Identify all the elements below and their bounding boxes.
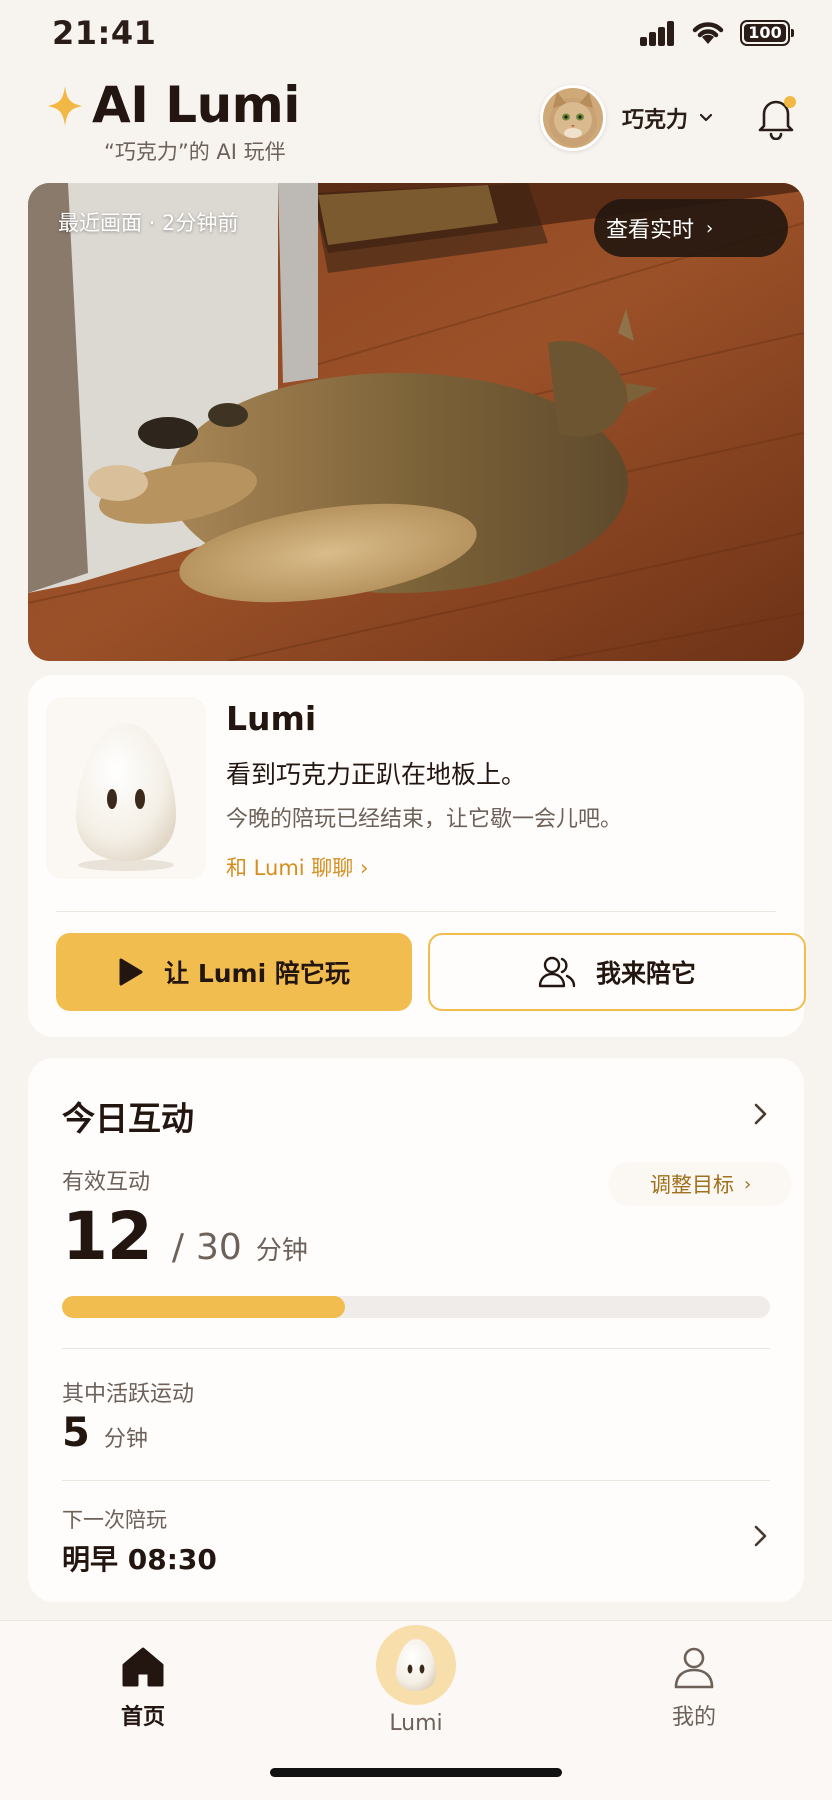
active-exercise-value: 5 分钟 [62, 1410, 148, 1456]
users-icon [538, 956, 576, 988]
today-title: 今日互动 [62, 1099, 194, 1138]
pet-switcher[interactable]: 巧克力 [540, 85, 714, 151]
minutes-unit: 分钟 [255, 1236, 308, 1266]
app-title: AI Lumi [92, 76, 300, 134]
value-separator: / [171, 1227, 184, 1268]
divider [62, 1480, 770, 1481]
pet-avatar [540, 85, 606, 151]
camera-snapshot-card[interactable]: 最近画面 · 2分钟前 查看实时 › [28, 183, 804, 661]
tab-lumi-label: Lumi [389, 1711, 443, 1736]
play-icon [119, 958, 143, 986]
app-screen: 21:41 100 AI Lumi “巧克力”的 AI 玩伴 巧克力 最近画面 … [0, 0, 832, 1800]
active-exercise-label: 其中活跃运动 [62, 1382, 195, 1407]
interaction-progress-bar [62, 1296, 770, 1318]
effective-interaction-value: 12 / 30 分钟 [62, 1198, 308, 1275]
divider [56, 911, 776, 912]
status-time: 21:41 [52, 14, 157, 52]
status-bar: 21:41 100 [0, 0, 832, 64]
lumi-sub-message: 今晚的陪玩已经结束，让它歇一会儿吧。 [226, 807, 623, 832]
wifi-icon [692, 22, 724, 44]
cellular-signal-icon [640, 20, 676, 46]
next-session-time: 明早 08:30 [62, 1543, 217, 1576]
battery-icon: 100 [740, 20, 794, 46]
play-myself-label: 我来陪它 [595, 959, 696, 988]
adjust-goal-label: 调整目标 [650, 1173, 734, 1197]
pet-name: 巧克力 [622, 108, 689, 133]
effective-minutes: 12 [62, 1198, 153, 1275]
today-interaction-card[interactable]: 今日互动 有效互动 调整目标 › 12 / 30 分钟 其中活跃运动 5 分钟 … [28, 1058, 804, 1602]
tab-home[interactable]: 首页 [43, 1621, 243, 1751]
tab-lumi[interactable]: Lumi [316, 1621, 516, 1751]
lumi-play-button[interactable]: 让 Lumi 陪它玩 [56, 933, 412, 1011]
app-subtitle: “巧克力”的 AI 玩伴 [104, 140, 286, 164]
effective-interaction-label: 有效互动 [62, 1170, 151, 1195]
notification-button[interactable] [754, 94, 798, 141]
chevron-down-icon [699, 113, 713, 122]
lumi-egg-icon [76, 723, 176, 871]
lumi-status-card: Lumi 看到巧克力正趴在地板上。 今晚的陪玩已经结束，让它歇一会儿吧。 和 L… [28, 675, 806, 1037]
notification-dot [784, 96, 796, 108]
active-minutes: 5 [62, 1410, 90, 1456]
battery-level: 100 [744, 24, 786, 42]
snapshot-time-label: 最近画面 · 2分钟前 [58, 211, 239, 235]
home-indicator [270, 1768, 562, 1777]
sparkle-icon [48, 86, 82, 126]
chevron-right-icon: › [744, 1173, 752, 1195]
chevron-right-icon[interactable] [750, 1522, 770, 1550]
divider [62, 1348, 770, 1349]
chevron-right-icon: › [706, 217, 714, 239]
play-myself-button[interactable]: 我来陪它 [428, 933, 806, 1011]
view-live-label: 查看实时 [606, 218, 695, 243]
user-icon [674, 1647, 714, 1689]
home-icon [122, 1647, 164, 1687]
lumi-icon [376, 1625, 456, 1705]
lumi-avatar [46, 697, 206, 879]
next-session-label: 下一次陪玩 [62, 1508, 167, 1532]
header: AI Lumi “巧克力”的 AI 玩伴 巧克力 [0, 70, 832, 170]
chevron-right-icon[interactable] [750, 1100, 770, 1128]
lumi-name: Lumi [226, 699, 317, 738]
lumi-message: 看到巧克力正趴在地板上。 [226, 760, 527, 789]
interaction-progress-fill [62, 1296, 346, 1318]
lumi-play-label: 让 Lumi 陪它玩 [164, 959, 350, 988]
goal-minutes: 30 [196, 1227, 242, 1268]
chat-with-lumi-link[interactable]: 和 Lumi 聊聊 › [226, 852, 368, 882]
tab-me[interactable]: 我的 [594, 1621, 794, 1751]
active-minutes-unit: 分钟 [103, 1427, 148, 1452]
view-live-button[interactable]: 查看实时 › [594, 199, 788, 257]
adjust-goal-button[interactable]: 调整目标 › [608, 1162, 792, 1206]
tab-me-label: 我的 [671, 1705, 716, 1730]
tab-home-label: 首页 [120, 1705, 165, 1730]
